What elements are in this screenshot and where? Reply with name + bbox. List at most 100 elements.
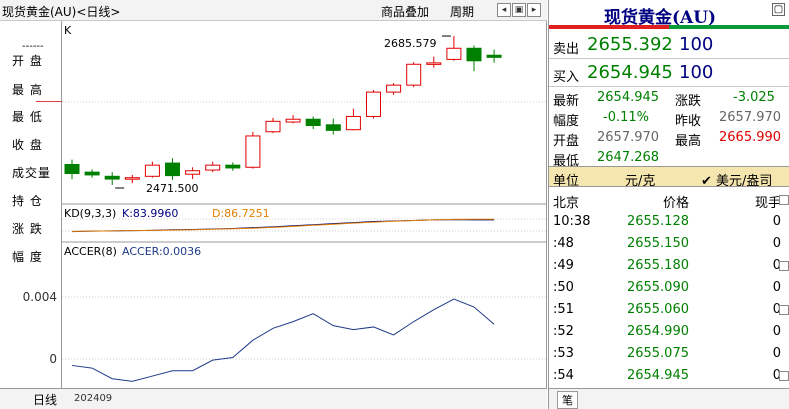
main-panel-label: K <box>64 24 72 37</box>
candle-body <box>406 63 422 86</box>
tick-time: :54 <box>553 368 574 383</box>
chart-title: 现货黄金(AU)<日线> <box>2 5 121 19</box>
tick-row: :51 2655.060 0 <box>549 299 781 320</box>
ticks-scrollbar[interactable] <box>779 190 789 387</box>
quote-footer: 笔 <box>549 388 789 409</box>
candle-body <box>265 120 281 133</box>
ticks-tab[interactable]: 笔 <box>557 391 578 409</box>
period-label[interactable]: 日线 <box>33 391 57 408</box>
candle-body <box>386 84 402 93</box>
tick-price: 2655.075 <box>626 346 689 361</box>
tick-time: :53 <box>553 346 574 361</box>
red-marker-line <box>36 101 62 102</box>
tick-price: 2655.150 <box>626 236 689 251</box>
y-tick-0: 0 <box>49 352 57 366</box>
candle-body <box>345 115 361 131</box>
ticks-header-price: 价格 <box>662 196 689 211</box>
sell-label: 卖出 <box>553 42 580 57</box>
high-annotation: 2685.579 <box>384 37 437 50</box>
period-menu[interactable]: 周期 <box>450 3 474 20</box>
y-tick-0004: 0.004 <box>22 290 57 304</box>
chart-canvas[interactable] <box>62 21 547 388</box>
candle-body <box>446 47 462 60</box>
ticks-header-vol: 现手 <box>754 196 781 211</box>
overlay-menu[interactable]: 商品叠加 <box>381 3 429 20</box>
scroll-top-icon[interactable] <box>779 195 789 205</box>
amp-value: -0.11% <box>603 110 649 125</box>
expand-icon[interactable]: ▣ <box>512 3 526 17</box>
tick-time: :52 <box>553 324 574 339</box>
high-value: 2665.990 <box>719 130 782 145</box>
tick-price: 2654.990 <box>626 324 689 339</box>
candle-body <box>466 47 482 62</box>
left-label-column: ------ 开 盘 最 高 最 低 收 盘 成交量 持 仓 涨 跌 幅 度 0… <box>0 21 62 388</box>
candle-body <box>84 171 100 176</box>
low-annotation: 2471.500 <box>146 182 199 195</box>
tick-time: :51 <box>553 302 574 317</box>
low-value: 2647.268 <box>597 150 660 165</box>
sell-row: 卖出 2655.392 100 <box>549 31 789 59</box>
tick-price: 2655.128 <box>626 214 689 229</box>
quote-panel: 现货黄金(AU) ▢ 卖出 2655.392 100 买入 2654.945 1… <box>548 0 789 409</box>
ticks-header-time: 北京 <box>553 196 580 211</box>
tick-price: 2655.060 <box>626 302 689 317</box>
tick-row: :52 2654.990 0 <box>549 321 781 342</box>
tick-price: 2654.945 <box>626 368 689 383</box>
candle-body <box>64 163 80 175</box>
ticks-header: 北京 价格 现手 <box>549 189 781 211</box>
scroll-down-icon[interactable] <box>779 305 789 315</box>
label-low: 最 低 <box>12 110 43 124</box>
chart-area[interactable]: K KD(9,3,3) K:83.9960 D:86.7251 ACCER(8)… <box>62 21 547 388</box>
label-high: 最 高 <box>12 83 43 97</box>
unit-value[interactable]: 元/克 <box>625 170 655 189</box>
candle-body <box>104 175 120 180</box>
next-icon[interactable]: ▸ <box>527 3 541 17</box>
candle-body <box>185 170 201 175</box>
label-change: 涨 跌 <box>12 222 43 236</box>
candle-body <box>205 164 221 171</box>
chart-bottombar: 日线 202409 <box>0 388 547 409</box>
accer-value: ACCER:0.0036 <box>122 245 202 258</box>
high-label: 最高 <box>675 134 702 149</box>
open-label: 开盘 <box>553 134 580 149</box>
label-position: 持 仓 <box>12 194 43 208</box>
sell-price: 2655.392 <box>587 34 673 55</box>
candle-body <box>165 162 180 177</box>
unit-option[interactable]: ✔ 美元/盎司 <box>701 170 772 189</box>
tick-time: 10:38 <box>553 214 591 229</box>
unit-label: 单位 <box>553 174 580 189</box>
tick-time: :49 <box>553 258 574 273</box>
buy-bar <box>669 25 789 29</box>
window-icon[interactable]: ▢ <box>772 3 785 16</box>
label-open: 开 盘 <box>12 54 43 68</box>
buy-row: 买入 2654.945 100 <box>549 59 789 87</box>
label-amplitude: 幅 度 <box>12 250 43 264</box>
tick-row: :48 2655.150 0 <box>549 233 781 254</box>
buy-price: 2654.945 <box>587 62 673 83</box>
scroll-bottom-icon[interactable] <box>779 371 789 381</box>
tick-price: 2655.090 <box>626 280 689 295</box>
label-close: 收 盘 <box>12 138 43 152</box>
scroll-up-icon[interactable] <box>779 261 789 271</box>
prev-icon[interactable]: ◂ <box>497 3 511 17</box>
unit-row: 单位 元/克 ✔ 美元/盎司 <box>549 166 789 189</box>
kd-series-line <box>71 218 495 232</box>
sell-qty: 100 <box>679 34 714 55</box>
tick-time: :50 <box>553 280 574 295</box>
tick-row: :53 2655.075 0 <box>549 343 781 364</box>
candle-body <box>225 164 241 169</box>
prev-value: 2657.970 <box>719 110 782 125</box>
tick-row: :49 2655.180 0 <box>549 255 781 276</box>
candle-body <box>486 54 502 58</box>
candle-body <box>325 124 341 131</box>
sell-bar <box>549 25 669 29</box>
kd-series-line <box>71 219 495 233</box>
candle-body <box>144 164 160 177</box>
buy-qty: 100 <box>679 62 714 83</box>
amp-label: 幅度 <box>553 114 580 129</box>
change-label: 涨跌 <box>675 94 702 109</box>
label-volume: 成交量 <box>12 166 52 180</box>
tick-price: 2655.180 <box>626 258 689 273</box>
latest-value: 2654.945 <box>597 90 660 105</box>
buy-label: 买入 <box>553 70 580 85</box>
